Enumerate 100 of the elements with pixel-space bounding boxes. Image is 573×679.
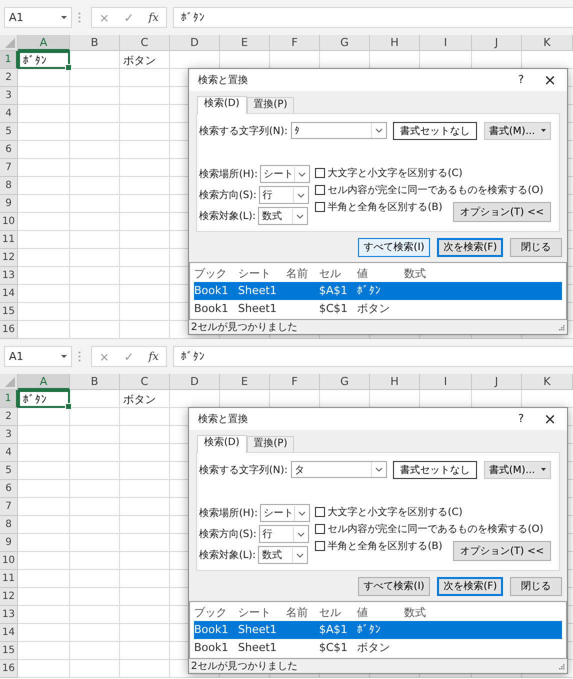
checkbox[interactable] — [314, 202, 325, 212]
result-row[interactable]: Book1 Sheet1 $C$1 ボタン — [194, 638, 562, 656]
insert-function-button[interactable]: fx — [148, 350, 159, 363]
column-header[interactable]: 数式 — [404, 605, 562, 620]
column-header[interactable]: 値 — [357, 266, 404, 282]
column-header[interactable]: 値 — [357, 605, 404, 620]
row-header[interactable]: 3 — [0, 426, 18, 444]
row-header[interactable]: 12 — [0, 249, 18, 267]
formula-field[interactable]: ﾎﾞﾀﾝ — [173, 346, 573, 367]
dialog-button[interactable]: すべて検索(I) — [358, 576, 430, 596]
checkbox[interactable] — [314, 524, 325, 534]
checkbox-label[interactable]: 半角と全角を区別する(B) — [328, 200, 442, 214]
dropdown[interactable]: シート — [260, 165, 310, 184]
fill-handle[interactable] — [65, 64, 72, 71]
row-header[interactable]: 4 — [0, 105, 18, 123]
dialog-button[interactable]: すべて検索(I) — [358, 238, 430, 257]
row-header[interactable]: 4 — [0, 444, 18, 462]
column-header[interactable]: シート — [238, 605, 286, 620]
sheet-cell[interactable]: ボタン — [120, 390, 170, 408]
row-header[interactable]: 13 — [0, 267, 18, 285]
fill-handle[interactable] — [65, 403, 72, 410]
column-header[interactable]: C — [120, 35, 170, 51]
row-header[interactable]: 14 — [0, 624, 18, 642]
sheet-cell[interactable]: ﾎﾞﾀﾝ — [18, 51, 70, 69]
column-header[interactable]: B — [70, 374, 120, 390]
result-row[interactable]: Book1 Sheet1 $A$1 ﾎﾞﾀﾝ — [194, 282, 562, 300]
row-header[interactable]: 8 — [0, 516, 18, 534]
name-box[interactable]: A1 — [4, 7, 72, 28]
checkbox-label[interactable]: セル内容が完全に同一であるものを検索する(O) — [328, 183, 544, 198]
column-header[interactable]: ブック — [194, 605, 238, 620]
column-header[interactable]: C — [120, 374, 170, 390]
column-header[interactable]: E — [220, 35, 270, 51]
column-header[interactable]: G — [320, 35, 370, 51]
insert-function-button[interactable]: fx — [148, 11, 159, 24]
checkbox-label[interactable]: セル内容が完全に同一であるものを検索する(O) — [328, 522, 544, 536]
column-header[interactable]: シート — [238, 266, 286, 282]
row-header[interactable]: 10 — [0, 213, 18, 231]
dropdown[interactable]: 数式 — [258, 207, 308, 226]
checkbox[interactable] — [314, 168, 325, 178]
row-header[interactable]: 13 — [0, 606, 18, 624]
row-header[interactable]: 12 — [0, 588, 18, 606]
row-header[interactable]: 1 — [0, 390, 18, 408]
dropdown[interactable]: 行 — [258, 186, 309, 204]
result-row[interactable]: Book1 Sheet1 $A$1 ﾎﾞﾀﾝ — [194, 621, 562, 639]
column-header[interactable]: セル — [319, 266, 357, 282]
column-header[interactable]: A — [18, 374, 70, 390]
row-header[interactable]: 14 — [0, 285, 18, 303]
checkbox-label[interactable]: 大文字と小文字を区別する(C) — [328, 505, 462, 520]
checkbox[interactable] — [314, 185, 325, 196]
no-format-button[interactable]: 書式セットなし — [393, 122, 478, 140]
column-header[interactable]: H — [370, 35, 420, 51]
row-header[interactable]: 16 — [0, 321, 18, 339]
row-header[interactable]: 3 — [0, 87, 18, 105]
column-header[interactable]: 名前 — [286, 605, 319, 620]
checkbox-label[interactable]: 大文字と小文字を区別する(C) — [328, 166, 462, 180]
row-header[interactable]: 9 — [0, 534, 18, 552]
row-header[interactable]: 1 — [0, 51, 18, 69]
column-header[interactable]: E — [220, 374, 270, 390]
close-button[interactable]: × — [543, 410, 557, 428]
column-header[interactable]: I — [420, 374, 472, 390]
row-header[interactable]: 6 — [0, 480, 18, 498]
row-header[interactable]: 6 — [0, 141, 18, 159]
row-header[interactable]: 5 — [0, 123, 18, 141]
search-field[interactable]: ﾀ — [290, 122, 388, 140]
row-header[interactable]: 2 — [0, 69, 18, 87]
column-header[interactable]: K — [522, 35, 573, 51]
search-field[interactable]: タ — [290, 461, 388, 478]
column-header[interactable]: D — [170, 374, 220, 390]
dialog-button[interactable]: 次を検索(F) — [437, 576, 503, 596]
help-button[interactable]: ? — [513, 73, 529, 86]
tab[interactable]: 置換(P) — [246, 96, 294, 113]
dialog-button[interactable]: 次を検索(F) — [437, 238, 503, 257]
column-header[interactable]: 数式 — [404, 266, 562, 282]
row-header[interactable]: 16 — [0, 660, 18, 678]
row-header[interactable]: 7 — [0, 498, 18, 516]
checkbox[interactable] — [314, 507, 325, 518]
dialog-button[interactable]: 閉じる — [510, 238, 562, 257]
checkbox[interactable] — [314, 541, 325, 552]
help-button[interactable]: ? — [513, 412, 529, 426]
tab[interactable]: 置換(P) — [246, 436, 294, 452]
name-box[interactable]: A1 — [4, 346, 72, 367]
options-button[interactable]: オプション(T) << — [453, 202, 551, 222]
tab[interactable]: 検索(D) — [197, 434, 247, 453]
close-button[interactable]: × — [543, 70, 557, 89]
dropdown[interactable]: 数式 — [258, 546, 308, 564]
dropdown[interactable]: シート — [260, 504, 310, 522]
column-header[interactable]: ブック — [194, 266, 238, 282]
column-header[interactable]: I — [420, 35, 472, 51]
column-header[interactable]: J — [472, 35, 522, 51]
column-header[interactable]: D — [170, 35, 220, 51]
row-header[interactable]: 11 — [0, 570, 18, 588]
column-header[interactable]: B — [70, 35, 120, 51]
format-button[interactable]: 書式(M)... — [484, 460, 551, 479]
column-header[interactable]: K — [522, 374, 573, 390]
column-header[interactable]: A — [18, 35, 70, 51]
options-button[interactable]: オプション(T) << — [453, 540, 551, 561]
format-button[interactable]: 書式(M)... — [484, 122, 551, 140]
row-header[interactable]: 7 — [0, 159, 18, 177]
row-header[interactable]: 15 — [0, 642, 18, 660]
sheet-cell[interactable]: ボタン — [120, 51, 170, 69]
